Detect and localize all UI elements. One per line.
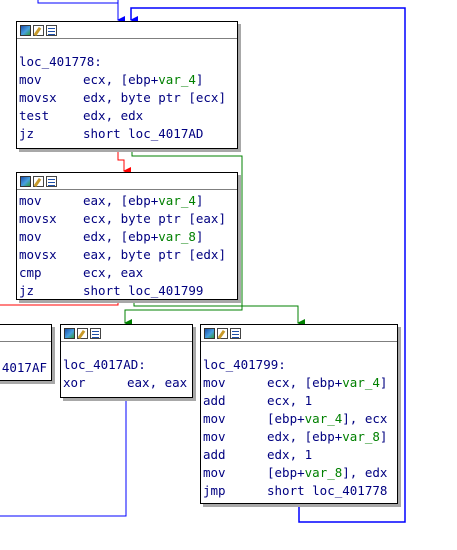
block-header [17,22,237,39]
basic-block-loc-401799[interactable]: loc_401799: mov ecx, [ebp+var_4] add ecx, … [200,324,398,504]
graph-view-icon[interactable] [20,24,31,36]
instruction-line[interactable]: jz short loc_401799 [19,282,235,300]
graph-view-icon[interactable] [204,327,215,339]
instruction-line[interactable]: movsx edx, byte ptr [ecx] [19,89,235,107]
instruction-line[interactable]: mov [ebp+var_4], ecx [203,410,395,428]
block-label[interactable]: loc_401778: [19,53,235,71]
edge-entry-stub [37,0,118,4]
instruction-line[interactable]: jmp short loc_401778 [203,482,395,500]
text-view-icon[interactable] [46,175,57,187]
basic-block-partial-left[interactable]: 4017AF [0,324,52,381]
instruction-line[interactable]: jz short loc_4017AD [19,125,235,143]
instruction-line[interactable]: add edx, 1 [203,446,395,464]
instruction-line[interactable]: xor eax, eax [63,374,190,392]
basic-block-loc-4017ad[interactable]: loc_4017AD: xor eax, eax [60,324,193,398]
instruction-line[interactable]: mov [ebp+var_8], edx [203,464,395,482]
block-header [17,173,237,190]
instruction-line[interactable]: mov ecx, [ebp+var_4] [203,374,395,392]
instruction-line[interactable]: mov eax, [ebp+var_4] [19,192,235,210]
instruction-line[interactable]: movsx eax, byte ptr [edx] [19,246,235,264]
edit-icon[interactable] [33,175,44,187]
text-view-icon[interactable] [46,24,57,36]
block-label[interactable]: loc_401799: [203,356,395,374]
edge-b1-false [117,148,131,175]
instruction-line[interactable]: cmp ecx, eax [19,264,235,282]
instruction-fragment[interactable]: 4017AF [0,359,49,377]
instruction-line[interactable]: mov edx, [ebp+var_8] [19,228,235,246]
block-label[interactable]: loc_4017AD: [63,356,190,374]
instruction-line[interactable]: add ecx, 1 [203,392,395,410]
edge-b4-exit [0,397,127,517]
graph-view-icon[interactable] [64,327,75,339]
edit-icon[interactable] [77,327,88,339]
text-view-icon[interactable] [90,327,101,339]
edge-b2-true [133,299,305,327]
instruction-line[interactable]: movsx ecx, byte ptr [eax] [19,210,235,228]
block-header [0,325,51,342]
instruction-line[interactable]: mov edx, [ebp+var_8] [203,428,395,446]
graph-view-icon[interactable] [20,175,31,187]
edit-icon[interactable] [33,24,44,36]
instruction-line[interactable]: mov ecx, [ebp+var_4] [19,71,235,89]
basic-block-compare[interactable]: mov eax, [ebp+var_4] movsx ecx, byte ptr [… [16,172,238,300]
block-header [201,325,397,342]
instruction-line[interactable]: test edx, edx [19,107,235,125]
edit-icon[interactable] [217,327,228,339]
basic-block-loc-401778[interactable]: loc_401778: mov ecx, [ebp+var_4] movsx edx… [16,21,238,149]
text-view-icon[interactable] [230,327,241,339]
block-header [61,325,192,342]
